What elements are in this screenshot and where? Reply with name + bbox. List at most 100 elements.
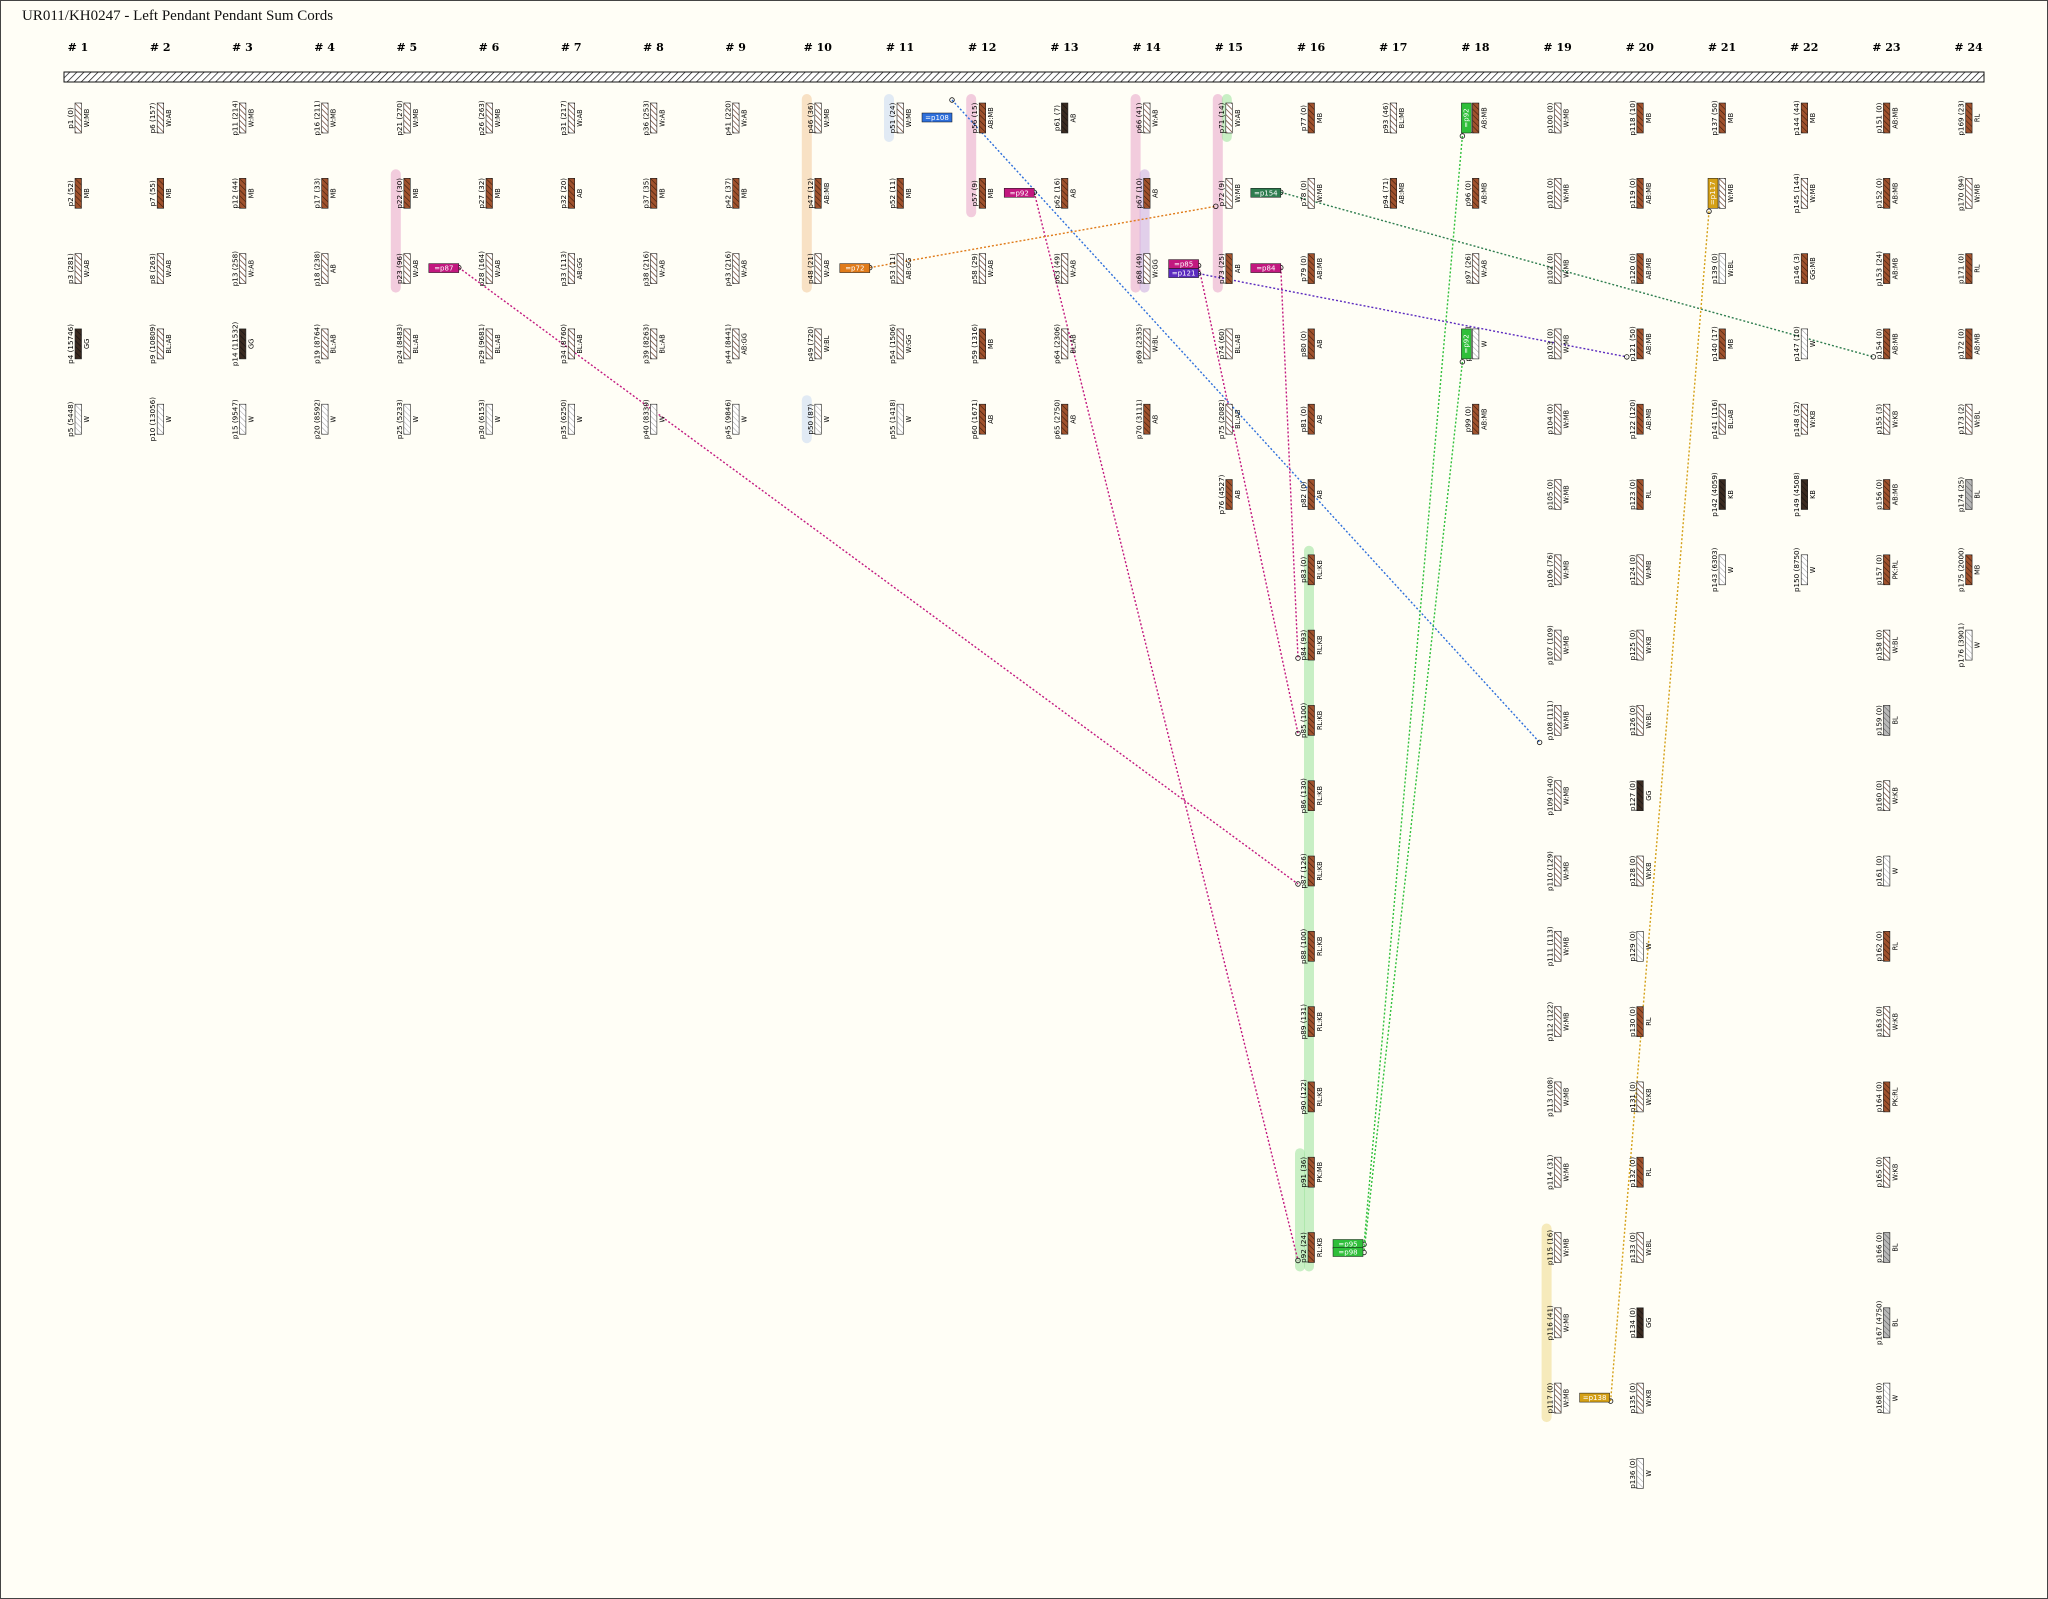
cord-color-label: W:MB <box>1645 560 1653 579</box>
cord-knot-band <box>567 253 576 284</box>
cord-color-label: W:KB <box>1891 787 1899 805</box>
cord-id-label: p44 (8441) <box>724 324 733 364</box>
cord-color-label: RL:KB <box>1316 1087 1324 1107</box>
cord-id-label: p27 (32) <box>477 178 486 209</box>
cord-knot-band <box>978 102 987 134</box>
pendant-cord: p16 (211) W:MB <box>313 100 338 136</box>
pendant-cord: p111 (113) W:MB <box>1546 926 1571 966</box>
cord-id-label: p172 (0) <box>1957 328 1966 359</box>
cord-id-label: p74 (60) <box>1217 328 1226 359</box>
cord-color-label: AB:MB <box>1891 483 1899 505</box>
group-label: # 15 <box>1215 41 1243 54</box>
cord-color-label: PK:RL <box>1891 560 1899 579</box>
link-tag: =p84 <box>1250 263 1282 273</box>
cord-link <box>1197 265 1299 734</box>
cord-knot-band <box>1472 328 1480 360</box>
cord-knot-band <box>485 253 493 284</box>
cord-color-label: AB:MB <box>987 107 995 129</box>
cord-knot-band <box>239 328 247 360</box>
cord-id-label: p88 (100) <box>1299 928 1308 964</box>
pendant-cord: p161 (0) W <box>1874 855 1899 886</box>
cord-color-label: BL <box>1891 1243 1899 1252</box>
pendant-cord: p41 (220) W:AB <box>724 100 749 136</box>
cord-id-label: p78 (0) <box>1299 180 1308 206</box>
link-tag-text: =p108 <box>925 114 949 122</box>
cord-color-label: W:GG <box>1152 259 1160 278</box>
cord-color-label: BL:AB <box>412 334 420 354</box>
cord-color-label: W:AB <box>1234 109 1242 127</box>
pendant-cord: p60 (1671) AB <box>970 399 995 439</box>
link-tag-text: =p121 <box>1172 270 1196 278</box>
cord-knot-band <box>156 178 164 209</box>
pendant-cord: p61 (7) AB <box>1052 102 1077 134</box>
pendant-cord: p49 (720) W:BL <box>806 326 831 362</box>
cord-id-label: p111 (113) <box>1546 926 1555 966</box>
cord-color-label: RL:KB <box>1316 710 1324 730</box>
pendant-cord: p43 (216) W:AB <box>724 251 749 287</box>
cord-id-label: p14 (11532) <box>230 321 239 366</box>
pendant-cord: p168 (0) W <box>1874 1383 1899 1414</box>
pendant-cord: p10 (13056) W <box>148 397 173 442</box>
cord-id-label: p114 (31) <box>1546 1154 1555 1190</box>
cord-knot-band <box>74 328 82 360</box>
cord-id-label: p163 (0) <box>1874 1006 1883 1037</box>
cord-id-label: p113 (108) <box>1546 1077 1555 1117</box>
link-tag: =p92 <box>1003 188 1035 198</box>
cord-id-label: p122 (120) <box>1628 399 1637 439</box>
pendant-cord: p8 (263) W:AB <box>148 253 173 284</box>
cord-knot-band <box>156 403 164 435</box>
cord-id-label: p150 (8750) <box>1792 547 1801 592</box>
cord-color-label: W <box>1727 566 1735 573</box>
cord-layer: p1 (0) W:MB p2 (52) MB p3 (281) W:AB p4 (15746… <box>66 100 1982 1489</box>
cord-id-label: p22 (30) <box>395 178 404 209</box>
pendant-cord: p133 (0) W:BL <box>1628 1232 1653 1263</box>
cord-id-label: p170 (94) <box>1957 175 1966 211</box>
cord-knot-band <box>1554 1382 1562 1414</box>
cord-id-label: p171 (0) <box>1957 253 1966 284</box>
cord-knot-band <box>1636 930 1644 962</box>
cord-knot-band <box>1883 855 1891 887</box>
pendant-cord: p109 (140) W:MB <box>1546 776 1571 816</box>
pendant-cord: p23 (96) W:AB <box>395 253 420 284</box>
cord-color-label: AB:MB <box>1974 333 1982 355</box>
cord-knot-band <box>1636 554 1644 586</box>
pendant-cord: p27 (32) MB <box>477 178 502 209</box>
cord-color-label: W:MB <box>1563 409 1571 428</box>
cord-color-label: MB <box>987 338 995 349</box>
cord-knot-band <box>650 178 658 209</box>
cord-knot-band <box>156 102 164 134</box>
pendant-cord: p140 (17) MB <box>1710 326 1735 362</box>
cord-knot-band <box>896 178 904 209</box>
cord-knot-band <box>1554 1081 1562 1113</box>
cord-id-label: p129 (0) <box>1628 931 1637 962</box>
pendant-cord: p33 (113) AB:GG <box>559 251 584 287</box>
cord-color-label: MB <box>83 188 91 199</box>
cord-knot-band <box>567 178 576 209</box>
cord-knot-band <box>1554 705 1562 736</box>
cord-knot-band <box>1883 403 1891 435</box>
cord-id-label: p126 (0) <box>1628 705 1637 736</box>
pendant-cord: p126 (0) W:BL <box>1628 705 1653 736</box>
cord-knot-band <box>1307 1006 1315 1037</box>
cord-id-label: p42 (37) <box>724 178 733 209</box>
cord-knot-band <box>156 253 164 284</box>
cord-knot-band <box>239 253 247 284</box>
pendant-cord: p120 (0) AB:MB <box>1628 253 1653 284</box>
group-label: # 3 <box>232 41 253 54</box>
cord-color-label: W:AB <box>83 259 91 277</box>
link-tag: =p92 <box>1461 102 1472 134</box>
pendant-cord: p46 (36) W:MB <box>806 102 831 133</box>
cord-id-label: p10 (13056) <box>148 397 157 442</box>
pendant-cord: p173 (2) W:BL <box>1957 404 1982 435</box>
cord-color-label: W <box>1480 340 1488 347</box>
cord-id-label: p23 (96) <box>395 253 404 284</box>
pendant-cord: p121 (50) AB:MB <box>1628 326 1653 362</box>
cord-color-label: MB <box>741 188 749 199</box>
cord-knot-band <box>1143 102 1151 134</box>
group-label: # 8 <box>643 41 664 54</box>
cord-id-label: p145 (144) <box>1792 173 1801 213</box>
pendant-cord: p127 (0) GG <box>1628 780 1653 811</box>
cord-id-label: p96 (0) <box>1463 180 1472 206</box>
cord-color-label: W:AB <box>165 259 173 277</box>
cord-id-label: p144 (44) <box>1792 100 1801 136</box>
